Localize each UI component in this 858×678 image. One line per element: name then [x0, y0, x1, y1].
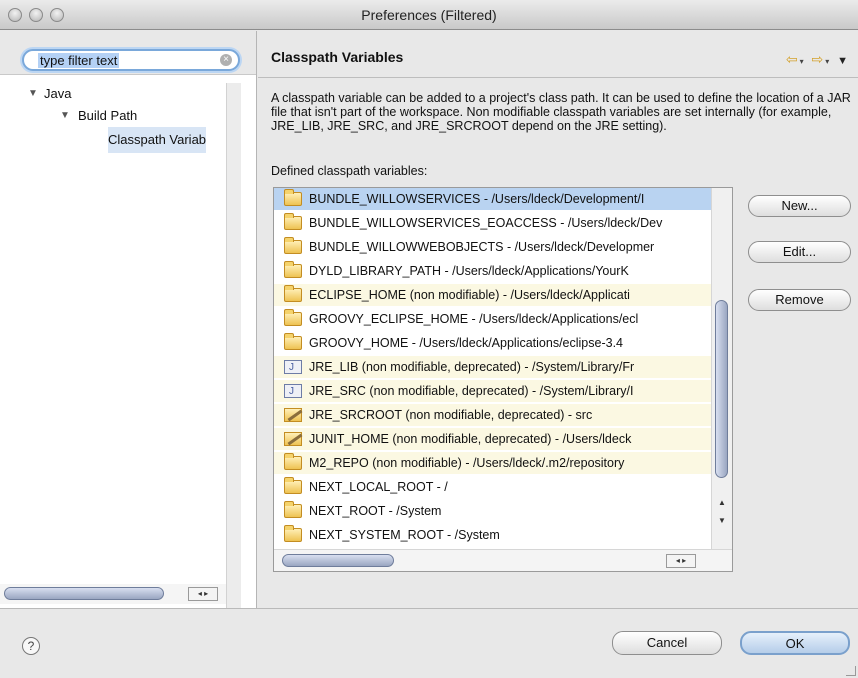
title-bar: Preferences (Filtered)	[0, 0, 858, 30]
tree-item-label: Build Path	[78, 108, 138, 123]
tree-item-build-path[interactable]: ▼ Build Path	[0, 105, 228, 127]
folder-icon	[284, 285, 302, 302]
variable-row[interactable]: JRE_SRC (non modifiable, deprecated) - /…	[274, 380, 711, 402]
page-title: Classpath Variables	[271, 49, 404, 65]
page-description: A classpath variable can be added to a p…	[271, 91, 851, 133]
variable-row[interactable]: NEXT_LOCAL_ROOT - /	[274, 476, 711, 498]
variable-row[interactable]: GROOVY_HOME - /Users/ldeck/Applications/…	[274, 332, 711, 354]
filter-input[interactable]: type filter text ×	[22, 49, 240, 71]
view-menu-icon[interactable]: ▼	[837, 55, 850, 67]
scroll-left-icon[interactable]: ◂	[676, 556, 680, 565]
variable-row[interactable]: ECLIPSE_HOME (non modifiable) - /Users/l…	[274, 284, 711, 306]
variable-label: BUNDLE_WILLOWSERVICES - /Users/ldeck/Dev…	[309, 192, 645, 206]
scroll-down-icon[interactable]: ▼	[715, 516, 729, 525]
variable-label: NEXT_SYSTEM_ROOT - /System	[309, 528, 500, 542]
variable-row[interactable]: JUNIT_HOME (non modifiable, deprecated) …	[274, 428, 711, 450]
scroll-arrows[interactable]: ◂ ▸	[188, 587, 218, 601]
filter-area: type filter text ×	[0, 31, 256, 75]
preference-page: Classpath Variables ⇦▾ ⇨▾ ▼ A classpath …	[258, 31, 858, 608]
new-variable-button[interactable]: New...	[748, 195, 851, 217]
variable-row[interactable]: M2_REPO (non modifiable) - /Users/ldeck/…	[274, 452, 711, 474]
scroll-right-icon[interactable]: ▸	[682, 556, 686, 565]
variable-row[interactable]: BUNDLE_WILLOWSERVICES - /Users/ldeck/Dev…	[274, 188, 711, 210]
tree-item-classpath-variables[interactable]: Classpath Variab	[0, 127, 228, 153]
back-arrow-icon[interactable]: ⇦	[786, 51, 800, 67]
variable-row[interactable]: GROOVY_ECLIPSE_HOME - /Users/ldeck/Appli…	[274, 308, 711, 330]
variable-label: M2_REPO (non modifiable) - /Users/ldeck/…	[309, 456, 625, 470]
variable-label: BUNDLE_WILLOWWEBOBJECTS - /Users/ldeck/D…	[309, 240, 655, 254]
folder-icon	[284, 237, 302, 254]
scroll-arrows[interactable]: ◂ ▸	[666, 554, 696, 568]
scroll-thumb[interactable]	[282, 554, 394, 567]
tree-horizontal-scrollbar[interactable]: ◂ ▸	[0, 584, 226, 604]
variable-label: JRE_SRCROOT (non modifiable, deprecated)…	[309, 408, 593, 422]
folder-icon	[284, 525, 302, 542]
help-icon[interactable]: ?	[22, 637, 40, 655]
variable-label: BUNDLE_WILLOWSERVICES_EOACCESS - /Users/…	[309, 216, 663, 230]
scroll-thumb[interactable]	[4, 587, 164, 600]
folder-icon	[284, 189, 302, 206]
cancel-button[interactable]: Cancel	[612, 631, 722, 655]
variable-row[interactable]: DYLD_LIBRARY_PATH - /Users/ldeck/Applica…	[274, 260, 711, 282]
tree-item-label: Java	[44, 86, 72, 101]
scroll-right-icon[interactable]: ▸	[204, 589, 208, 598]
variable-label: JRE_SRC (non modifiable, deprecated) - /…	[309, 384, 634, 398]
variable-row[interactable]: JRE_SRCROOT (non modifiable, deprecated)…	[274, 404, 711, 426]
pencil-icon	[284, 432, 302, 446]
jar-icon	[284, 357, 302, 378]
preference-tree: ▼ Java ▼ Build Path Classpath Variab	[0, 83, 228, 153]
remove-variable-button[interactable]: Remove	[748, 289, 851, 311]
folder-icon	[284, 477, 302, 494]
variable-label: NEXT_ROOT - /System	[309, 504, 442, 518]
variable-label: JUNIT_HOME (non modifiable, deprecated) …	[309, 432, 632, 446]
back-dropdown-icon[interactable]: ▾	[800, 57, 806, 66]
resize-grip-icon[interactable]	[846, 666, 856, 676]
forward-arrow-icon[interactable]: ⇨	[811, 51, 825, 67]
ok-button[interactable]: OK	[740, 631, 850, 655]
filter-text: type filter text	[38, 53, 120, 68]
scroll-left-icon[interactable]: ◂	[198, 589, 202, 598]
expand-triangle-icon[interactable]: ▼	[28, 83, 38, 105]
folder-icon	[284, 261, 302, 278]
variable-row[interactable]: NEXT_SYSTEM_ROOT - /System	[274, 524, 711, 546]
list-horizontal-scrollbar[interactable]: ◂ ▸	[274, 549, 732, 571]
list-vertical-scrollbar[interactable]: ▲ ▼	[711, 188, 732, 549]
variable-row[interactable]: NEXT_ROOT - /System	[274, 500, 711, 522]
folder-icon	[284, 453, 302, 470]
variable-row[interactable]: BUNDLE_WILLOWSERVICES_EOACCESS - /Users/…	[274, 212, 711, 234]
scroll-thumb[interactable]	[715, 300, 728, 478]
folder-icon	[284, 213, 302, 230]
clear-icon[interactable]: ×	[220, 54, 232, 66]
dialog-button-bar: ? Cancel OK	[0, 608, 858, 678]
title-divider	[258, 77, 858, 78]
variable-label: NEXT_LOCAL_ROOT - /	[309, 480, 448, 494]
tree-vertical-scrollbar[interactable]	[226, 83, 241, 608]
pencil-icon	[284, 408, 302, 422]
edit-variable-button[interactable]: Edit...	[748, 241, 851, 263]
variable-label: GROOVY_ECLIPSE_HOME - /Users/ldeck/Appli…	[309, 312, 639, 326]
variable-label: ECLIPSE_HOME (non modifiable) - /Users/l…	[309, 288, 630, 302]
classpath-variables-list[interactable]: BUNDLE_WILLOWSERVICES - /Users/ldeck/Dev…	[273, 187, 733, 572]
jar-icon	[284, 381, 302, 402]
defined-variables-label: Defined classpath variables:	[271, 164, 428, 178]
variable-label: DYLD_LIBRARY_PATH - /Users/ldeck/Applica…	[309, 264, 629, 278]
folder-icon	[284, 501, 302, 518]
expand-triangle-icon[interactable]: ▼	[60, 105, 70, 127]
forward-dropdown-icon[interactable]: ▾	[825, 57, 831, 66]
variable-row[interactable]: BUNDLE_WILLOWWEBOBJECTS - /Users/ldeck/D…	[274, 236, 711, 258]
variable-label: GROOVY_HOME - /Users/ldeck/Applications/…	[309, 336, 623, 350]
variable-row[interactable]: JRE_LIB (non modifiable, deprecated) - /…	[274, 356, 711, 378]
preference-tree-pane: type filter text × ▼ Java ▼ Build Path C…	[0, 31, 257, 608]
variable-label: JRE_LIB (non modifiable, deprecated) - /…	[309, 360, 635, 374]
window-title: Preferences (Filtered)	[361, 7, 497, 23]
tree-item-java[interactable]: ▼ Java	[0, 83, 228, 105]
folder-icon	[284, 333, 302, 350]
scroll-up-icon[interactable]: ▲	[715, 498, 729, 507]
folder-icon	[284, 309, 302, 326]
page-navigation: ⇦▾ ⇨▾ ▼	[786, 51, 850, 68]
tree-item-label: Classpath Variab	[108, 127, 207, 153]
